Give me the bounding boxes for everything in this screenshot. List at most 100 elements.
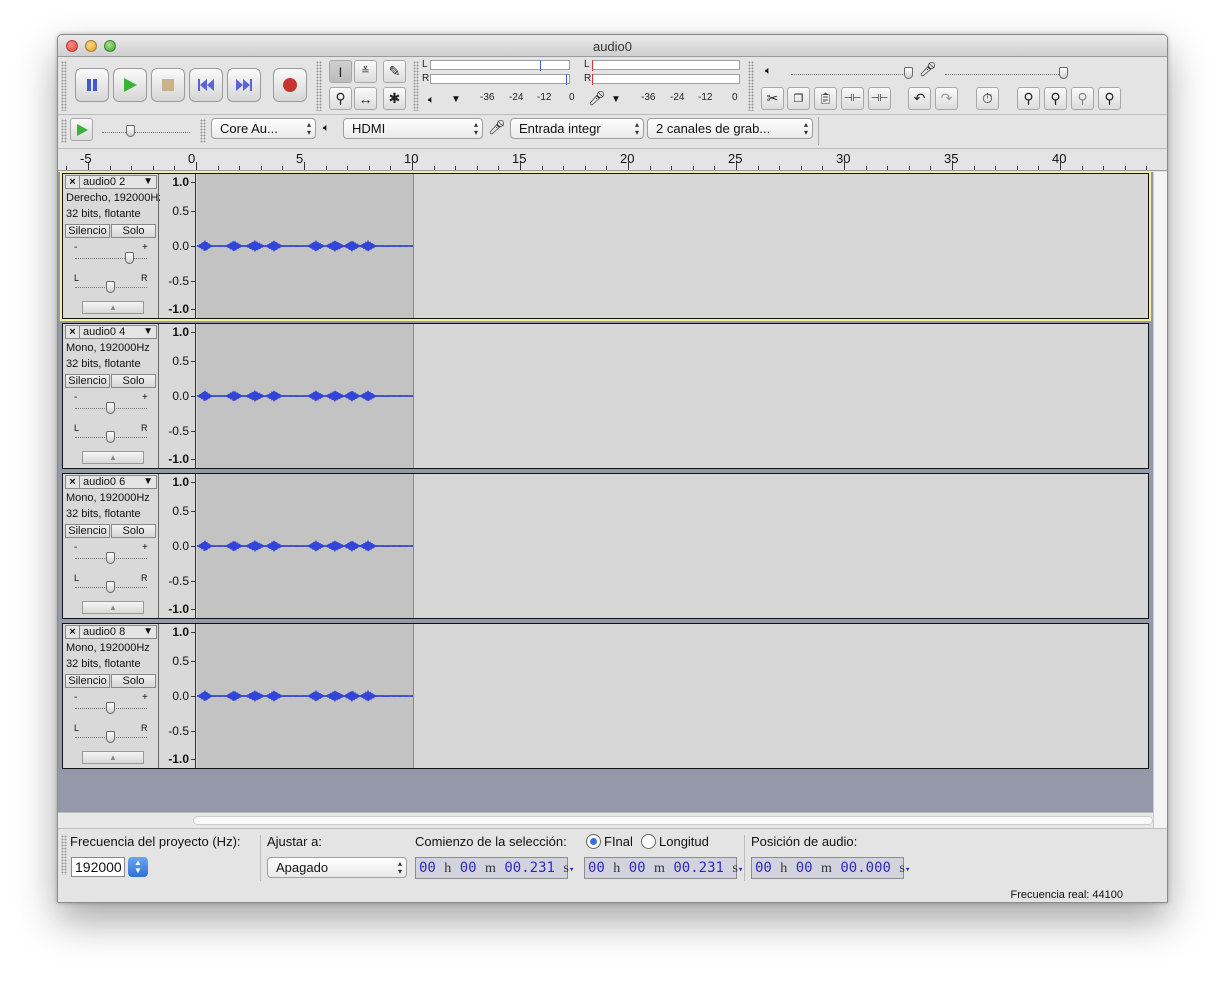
toolbar-grip[interactable] bbox=[61, 61, 67, 111]
toolbar-grip[interactable] bbox=[413, 61, 419, 111]
amplitude-ruler[interactable]: 1.0 0.5 0.0 -0.5 -1.0 bbox=[160, 174, 196, 318]
horizontal-scrollbar[interactable] bbox=[58, 812, 1153, 828]
timeshift-tool-button[interactable]: ↔ bbox=[354, 87, 377, 110]
amplitude-ruler[interactable]: 1.0 0.5 0.0 -0.5 -1.0 bbox=[160, 474, 196, 618]
selection-end-time[interactable]: 00 h 00 m 00.231 s▾ bbox=[584, 857, 743, 879]
pan-slider-thumb[interactable] bbox=[106, 281, 115, 293]
solo-button[interactable]: Solo bbox=[111, 224, 156, 238]
output-volume-slider[interactable] bbox=[791, 74, 911, 75]
output-device-select[interactable]: HDMI ▴ ▾ bbox=[343, 118, 483, 139]
project-rate-input[interactable]: 192000 bbox=[71, 857, 125, 877]
close-track-icon[interactable]: × bbox=[66, 326, 80, 338]
gain-slider-thumb[interactable] bbox=[125, 252, 134, 264]
vertical-scrollbar[interactable] bbox=[1153, 172, 1167, 828]
zoom-in-button[interactable]: ⚲ bbox=[1017, 87, 1040, 110]
collapse-track-button[interactable]: ▲ bbox=[82, 451, 144, 464]
selection-tool-button[interactable]: I bbox=[329, 60, 352, 83]
mute-button[interactable]: Silencio bbox=[65, 224, 110, 238]
waveform-area[interactable] bbox=[413, 174, 1148, 318]
input-channels-select[interactable]: 2 canales de grab... ▴ ▾ bbox=[647, 118, 813, 139]
collapse-track-button[interactable]: ▲ bbox=[82, 751, 144, 764]
fit-project-button[interactable]: ⚲ bbox=[1098, 87, 1121, 110]
track-control-panel[interactable]: × audio0 6 ▼ Mono, 192000Hz 32 bits, flo… bbox=[63, 474, 159, 618]
draw-tool-button[interactable]: ✎ bbox=[383, 60, 406, 83]
audio-host-select[interactable]: Core Au... ▴ ▾ bbox=[211, 118, 316, 139]
toolbar-grip[interactable] bbox=[748, 61, 754, 111]
pause-button[interactable] bbox=[75, 68, 109, 102]
track-menu-arrow-icon[interactable]: ▼ bbox=[143, 326, 153, 338]
snap-to-select[interactable]: Apagado ▴ ▾ bbox=[267, 857, 407, 878]
amplitude-ruler[interactable]: 1.0 0.5 0.0 -0.5 -1.0 bbox=[160, 624, 196, 768]
record-button[interactable] bbox=[273, 68, 307, 102]
rec-meter-right[interactable] bbox=[592, 74, 740, 84]
input-volume-slider[interactable] bbox=[945, 74, 1065, 75]
skip-to-start-button[interactable] bbox=[189, 68, 223, 102]
track-menu-arrow-icon[interactable]: ▼ bbox=[143, 176, 153, 188]
collapse-track-button[interactable]: ▲ bbox=[82, 301, 144, 314]
mute-button[interactable]: Silencio bbox=[65, 524, 110, 538]
play-at-speed-button[interactable] bbox=[70, 118, 93, 141]
track-menu-arrow-icon[interactable]: ▼ bbox=[143, 626, 153, 638]
play-button[interactable] bbox=[113, 68, 147, 102]
cut-button[interactable]: ✂ bbox=[761, 87, 784, 110]
input-device-select[interactable]: Entrada integr ▴ ▾ bbox=[510, 118, 644, 139]
input-volume-thumb[interactable] bbox=[1059, 67, 1068, 79]
track-name-menu[interactable]: × audio0 6 ▼ bbox=[65, 475, 157, 489]
paste-button[interactable]: 📋︎ bbox=[814, 87, 837, 110]
track-control-panel[interactable]: × audio0 2 ▼ Derecho, 192000Hz 32 bits, … bbox=[63, 174, 164, 318]
playback-speed-slider[interactable] bbox=[102, 132, 190, 133]
waveform-area[interactable] bbox=[413, 324, 1148, 468]
toolbar-grip[interactable] bbox=[316, 61, 322, 111]
mute-button[interactable]: Silencio bbox=[65, 374, 110, 388]
track-menu-arrow-icon[interactable]: ▼ bbox=[143, 476, 153, 488]
mute-button[interactable]: Silencio bbox=[65, 674, 110, 688]
play-meter-right[interactable] bbox=[430, 74, 570, 84]
close-track-icon[interactable]: × bbox=[66, 626, 80, 638]
toolbar-grip[interactable] bbox=[200, 119, 206, 143]
redo-button[interactable]: ↷ bbox=[935, 87, 958, 110]
toolbar-grip[interactable] bbox=[61, 119, 67, 143]
fit-selection-button[interactable]: ⚲ bbox=[1071, 87, 1094, 110]
audio-track[interactable]: × audio0 6 ▼ Mono, 192000Hz 32 bits, flo… bbox=[62, 473, 1149, 619]
output-volume-thumb[interactable] bbox=[904, 67, 913, 79]
dropdown-arrow-icon[interactable]: ▼ bbox=[451, 94, 461, 105]
timeline-ruler[interactable]: -5 0 5 10 15 20 25 30 35 40 bbox=[58, 149, 1167, 171]
gain-slider[interactable] bbox=[75, 258, 147, 259]
project-rate-stepper[interactable]: ▲ ▼ bbox=[128, 857, 148, 877]
end-radio[interactable] bbox=[586, 834, 601, 849]
waveform-area[interactable] bbox=[413, 624, 1148, 768]
track-control-panel[interactable]: × audio0 4 ▼ Mono, 192000Hz 32 bits, flo… bbox=[63, 324, 159, 468]
undo-button[interactable]: ↶ bbox=[908, 87, 931, 110]
silence-button[interactable]: ⊣⊢ bbox=[868, 87, 891, 110]
collapse-track-button[interactable]: ▲ bbox=[82, 601, 144, 614]
selection-start-time[interactable]: 00 h 00 m 00.231 s▾ bbox=[415, 857, 574, 879]
playback-speed-thumb[interactable] bbox=[126, 125, 135, 137]
track-name-menu[interactable]: × audio0 2 ▼ bbox=[65, 175, 157, 189]
pan-slider-thumb[interactable] bbox=[106, 581, 115, 593]
close-track-icon[interactable]: × bbox=[66, 176, 80, 188]
solo-button[interactable]: Solo bbox=[111, 524, 156, 538]
audio-position-time[interactable]: 00 h 00 m 00.000 s▾ bbox=[751, 857, 910, 879]
waveform-area[interactable] bbox=[413, 474, 1148, 618]
play-meter-left[interactable] bbox=[430, 60, 570, 70]
audio-track[interactable]: × audio0 8 ▼ Mono, 192000Hz 32 bits, flo… bbox=[62, 623, 1149, 769]
solo-button[interactable]: Solo bbox=[111, 374, 156, 388]
pan-slider-thumb[interactable] bbox=[106, 731, 115, 743]
stop-button[interactable] bbox=[151, 68, 185, 102]
rec-meter-left[interactable] bbox=[592, 60, 740, 70]
audio-track[interactable]: × audio0 4 ▼ Mono, 192000Hz 32 bits, flo… bbox=[62, 323, 1149, 469]
close-track-icon[interactable]: × bbox=[66, 476, 80, 488]
zoom-tool-button[interactable]: ⚲ bbox=[329, 87, 352, 110]
gain-slider-thumb[interactable] bbox=[106, 402, 115, 414]
trim-button[interactable]: ⊣⊢ bbox=[841, 87, 864, 110]
multi-tool-button[interactable]: ✱ bbox=[383, 87, 406, 110]
zoom-out-button[interactable]: ⚲ bbox=[1044, 87, 1067, 110]
audio-track[interactable]: × audio0 2 ▼ Derecho, 192000Hz 32 bits, … bbox=[60, 171, 1151, 321]
gain-slider-thumb[interactable] bbox=[106, 702, 115, 714]
track-name-menu[interactable]: × audio0 4 ▼ bbox=[65, 325, 157, 339]
sync-lock-button[interactable]: ⏱︎ bbox=[976, 87, 999, 110]
solo-button[interactable]: Solo bbox=[111, 674, 156, 688]
amplitude-ruler[interactable]: 1.0 0.5 0.0 -0.5 -1.0 bbox=[160, 324, 196, 468]
envelope-tool-button[interactable]: ≚ bbox=[354, 60, 377, 83]
dropdown-arrow-icon[interactable]: ▼ bbox=[611, 94, 621, 105]
